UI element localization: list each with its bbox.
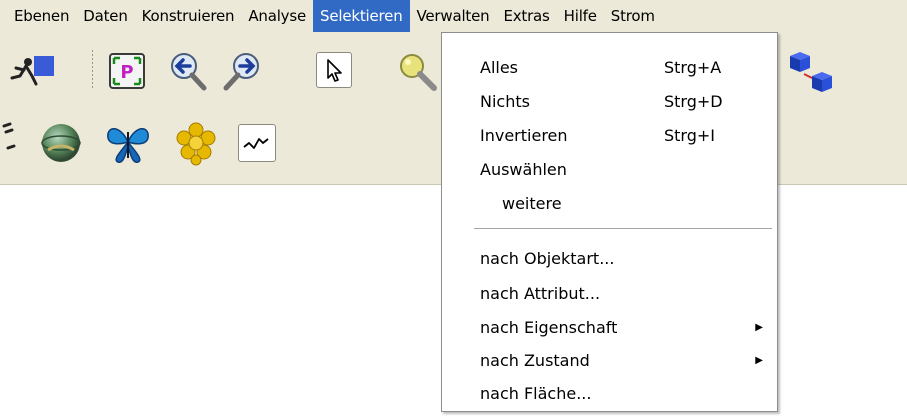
runner-icon[interactable] [6, 50, 62, 90]
menu-item-invertieren[interactable]: Invertieren Strg+I [442, 121, 777, 151]
menu-selektieren[interactable]: Selektieren [313, 0, 410, 32]
menu-bar: Ebenen Daten Konstruieren Analyse Selekt… [0, 0, 907, 32]
pen-icon[interactable] [0, 118, 20, 166]
menu-item-label: nach Attribut... [480, 284, 601, 303]
menu-ebenen[interactable]: Ebenen [0, 0, 76, 32]
application-window: Ebenen Daten Konstruieren Analyse Selekt… [0, 0, 907, 416]
selektieren-menu: Alles Strg+A Nichts Strg+D Invertieren S… [441, 32, 778, 412]
menu-item-nach-objektart[interactable]: nach Objektart... [442, 244, 777, 274]
menu-konstruieren[interactable]: Konstruieren [135, 0, 242, 32]
menu-item-shortcut: Strg+A [664, 58, 722, 77]
menu-item-alles[interactable]: Alles Strg+A [442, 53, 777, 83]
menu-item-label: nach Eigenschaft [480, 318, 618, 337]
menu-item-nach-eigenschaft[interactable]: nach Eigenschaft ▶ [442, 313, 777, 343]
svg-text:P: P [120, 62, 133, 83]
menu-item-label: Auswählen [480, 160, 567, 179]
menu-extras[interactable]: Extras [496, 0, 556, 32]
menu-item-shortcut: Strg+I [664, 126, 716, 145]
butterfly-icon[interactable] [104, 120, 152, 166]
menu-item-label: nach Fläche... [480, 384, 592, 403]
menu-item-label: Invertieren [480, 126, 568, 145]
zoom-forward-icon[interactable] [222, 50, 266, 94]
menu-item-label: weitere [502, 194, 562, 213]
cubes-icon[interactable] [782, 50, 842, 100]
menu-hilfe[interactable]: Hilfe [557, 0, 604, 32]
menu-item-nach-flaeche[interactable]: nach Fläche... [442, 379, 777, 409]
menu-item-auswaehlen[interactable]: Auswählen [442, 155, 777, 185]
flower-icon[interactable] [172, 120, 220, 168]
zoom-extent-icon[interactable]: P [108, 52, 146, 90]
globe-icon[interactable] [38, 120, 84, 166]
menu-item-label: nach Objektart... [480, 249, 615, 268]
menu-item-nach-zustand[interactable]: nach Zustand ▶ [442, 346, 777, 376]
submenu-arrow-icon: ▶ [755, 322, 763, 333]
menu-item-label: Nichts [480, 92, 530, 111]
toolbar-separator [92, 50, 93, 88]
menu-item-nichts[interactable]: Nichts Strg+D [442, 87, 777, 117]
menu-item-nach-attribut[interactable]: nach Attribut... [442, 279, 777, 309]
menu-item-shortcut: Strg+D [664, 92, 723, 111]
graph-curve-icon[interactable] [238, 124, 276, 162]
select-arrow-icon[interactable] [316, 52, 352, 88]
menu-item-label: nach Zustand [480, 351, 590, 370]
menu-strom[interactable]: Strom [604, 0, 662, 32]
menu-daten[interactable]: Daten [76, 0, 134, 32]
menu-item-weitere[interactable]: weitere [442, 189, 777, 219]
magnifier-icon[interactable] [394, 50, 438, 94]
zoom-back-icon[interactable] [166, 50, 210, 94]
submenu-arrow-icon: ▶ [755, 355, 763, 366]
menu-verwalten[interactable]: Verwalten [410, 0, 497, 32]
menu-analyse[interactable]: Analyse [241, 0, 313, 32]
menu-separator [474, 228, 772, 229]
menu-item-label: Alles [480, 58, 519, 77]
